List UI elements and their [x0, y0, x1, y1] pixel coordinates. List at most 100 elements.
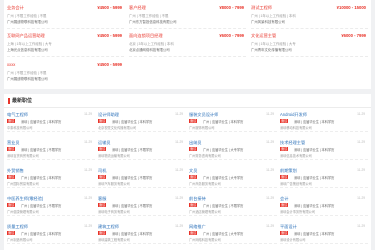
job-meta: 北京 | 3年以上工作经验 | 本科	[129, 42, 174, 46]
job-requirements: 深圳 | 应届毕业生 | 不限学历	[21, 148, 62, 152]
job-card[interactable]: 测试工程师 ¥10000 - 15000 广州 | 1年以上工作经验 | 本科 …	[251, 3, 368, 29]
company-name[interactable]: 广州商务服务有限公司	[189, 181, 221, 186]
latest-job-card[interactable]: 平面设计 11-29 面议 深圳 | 应届毕业生 | 本科学历 深圳设计有限公司	[280, 222, 368, 244]
latest-job-card[interactable]: 营业员 11-29 面议 深圳 | 应届毕业生 | 不限学历 深圳百货商贸有限公司	[7, 138, 95, 160]
job-requirements: 广州 | 应届毕业生 | 本科学历	[21, 176, 62, 180]
job-title[interactable]: 司机	[98, 168, 106, 174]
company-name[interactable]: 深圳建筑工程有限公司	[98, 237, 130, 242]
latest-job-card[interactable]: 中医养生师(零经验) 11-29 面议 广州 | 应届毕业生 | 不限学历 广州健康管理…	[7, 194, 95, 216]
company-name[interactable]: 广州展迪物联科技有限公司	[7, 76, 48, 81]
job-title[interactable]: 营业员	[7, 140, 20, 146]
company-name[interactable]: 深圳广告策划有限公司	[280, 181, 312, 186]
job-title[interactable]: 测试工程师	[251, 5, 272, 11]
job-card[interactable]: 客户经理 ¥8000 - 7999 广州 | 不限工作经验 | 不限 广州东方智…	[129, 3, 246, 29]
job-title[interactable]: 技术经理主管	[280, 140, 305, 146]
job-requirements: 深圳 | 应届毕业生 | 不限学历	[112, 148, 153, 152]
company-name[interactable]: 深圳百货商贸有限公司	[7, 153, 39, 158]
job-salary: ¥6000 - 7999	[341, 33, 366, 38]
job-title[interactable]: 建筑工程师	[98, 224, 119, 230]
job-title[interactable]: 面向连锁项目经理	[129, 33, 163, 39]
company-name[interactable]: 广州风景科技有限公司	[251, 19, 285, 24]
company-name[interactable]: 北京点通网络科技有限公司	[129, 47, 170, 52]
job-title[interactable]: 平面设计	[280, 224, 297, 230]
company-name[interactable]: 广州制造有限公司	[7, 237, 33, 242]
latest-job-card[interactable]: 司机 11-29 面议 深圳 | 应届毕业生 | 不限学历 深圳汽车服务有限公司	[98, 166, 186, 188]
company-name[interactable]: 深圳汽车服务有限公司	[98, 181, 130, 186]
latest-job-card[interactable]: 运输员 11-29 面议 深圳 | 应届毕业生 | 不限学历 深圳物流运输有限公司	[98, 138, 186, 160]
job-card[interactable]: 文化运营主管 ¥6000 - 7999 广州 | 1年以上工作经验 | 大专 广…	[251, 31, 368, 57]
job-title[interactable]: 客户经理	[129, 5, 146, 11]
company-name[interactable]: 深圳信息技术有限公司	[280, 153, 312, 158]
company-name[interactable]: 广州网络科技有限公司	[189, 237, 221, 242]
latest-job-card[interactable]: 建筑工程师 11-29 面议 深圳 | 应届毕业生 | 本科学历 深圳建筑工程有限公司	[98, 222, 186, 244]
company-name[interactable]: 广州展迪物联科技有限公司	[7, 19, 48, 24]
latest-job-card[interactable]: 客服 11-29 面议 深圳 | 应届毕业生 | 不限学历 深圳电子商务有限公司	[98, 194, 186, 216]
company-name[interactable]: 广州酒店管理有限公司	[189, 209, 221, 214]
post-date: 11-29	[266, 112, 274, 116]
latest-job-card[interactable]: 技术经理主管 11-29 面议 深圳 | 应届毕业生 | 本科学历 深圳信息技术有限公司	[280, 138, 368, 160]
job-title[interactable]: 前期策划	[280, 168, 297, 174]
company-name[interactable]: 广州财务咨询有限公司	[189, 153, 221, 158]
company-name[interactable]: 上海光点信息科技有限公司	[7, 47, 48, 52]
latest-job-card[interactable]: Android开发师 11-29 面议 深圳 | 应届毕业生 | 本科学历 深圳移动科技…	[280, 110, 368, 132]
company-name[interactable]: 中泰科技有限公司	[7, 125, 33, 130]
company-name[interactable]: 北京视觉文化传播有限公司	[98, 125, 136, 130]
latest-job-card[interactable]: 设计师助理 11-29 面议 深圳 | 应届毕业生 | 本科学历 北京视觉文化传播有限公…	[98, 110, 186, 132]
company-name[interactable]: 广州青年文化传播有限公司	[251, 47, 292, 52]
job-requirements: 深圳 | 应届毕业生 | 本科学历	[294, 232, 335, 236]
post-date: 11-29	[84, 196, 92, 200]
company-name[interactable]: 广州东方智投信息科技有限公司	[129, 19, 176, 24]
salary-badge: 面议	[98, 147, 107, 151]
salary-badge: 面议	[189, 175, 198, 179]
latest-job-card[interactable]: 服装文员设计师 11-29 面议 广州 | 应届毕业生 | 本科学历 广州服饰有限公司	[189, 110, 277, 132]
latest-job-card[interactable]: 网络推广 11-29 面议 广州 | 应届毕业生 | 大专学历 广州网络科技有限公司	[189, 222, 277, 244]
job-title[interactable]: 客服	[98, 196, 106, 202]
post-date: 11-29	[266, 224, 274, 228]
company-name[interactable]: 广州健康管理有限公司	[7, 209, 39, 214]
latest-job-card[interactable]: 文员 11-29 面议 广州 | 应届毕业生 | 大专学历 广州商务服务有限公司	[189, 166, 277, 188]
job-title[interactable]: Android开发师	[280, 112, 307, 118]
latest-job-card[interactable]: 前台接待 11-29 面议 广州 | 应届毕业生 | 不限学历 广州酒店管理有限公司	[189, 194, 277, 216]
company-name[interactable]: 深圳设计有限公司	[280, 237, 306, 242]
job-card[interactable]: 业务会计 ¥4500 - 5999 广州 | 不限工作经验 | 不限 广州展迪物…	[7, 3, 124, 29]
job-title[interactable]: 外贸销售	[7, 168, 24, 174]
salary-badge: 面议	[7, 119, 16, 123]
job-title[interactable]: 运输员	[98, 140, 111, 146]
job-title[interactable]: 网络推广	[189, 224, 206, 230]
latest-job-card[interactable]: 出纳员 11-29 面议 广州 | 应届毕业生 | 大专学历 广州财务咨询有限公司	[189, 138, 277, 160]
job-title[interactable]: 电气工程师	[7, 112, 28, 118]
job-title[interactable]: 文员	[189, 168, 197, 174]
company-name[interactable]: 深圳会计事务所有限公司	[280, 209, 315, 214]
section-accent-bar	[8, 98, 10, 104]
post-date: 11-29	[357, 224, 365, 228]
company-name[interactable]: 广州服饰有限公司	[189, 125, 215, 130]
job-title[interactable]: 质量工程师	[7, 224, 28, 230]
company-name[interactable]: 深圳移动科技有限公司	[280, 125, 312, 130]
post-date: 11-29	[175, 112, 183, 116]
salary-badge: 面议	[280, 231, 289, 235]
job-title[interactable]: 业务会计	[7, 5, 24, 11]
job-card[interactable]: 面向连锁项目经理 ¥6000 - 7999 北京 | 3年以上工作经验 | 本科…	[129, 31, 246, 57]
latest-job-card[interactable]: 会计 11-29 面议 深圳 | 应届毕业生 | 本科学历 深圳会计事务所有限公司	[280, 194, 368, 216]
job-title[interactable]: 前台接待	[189, 196, 206, 202]
job-title[interactable]: 中医养生师(零经验)	[7, 196, 43, 202]
latest-job-card[interactable]: 质量工程师 11-29 面议 广州 | 应届毕业生 | 本科学历 广州制造有限公司	[7, 222, 95, 244]
job-title[interactable]: 会计	[280, 196, 288, 202]
job-title[interactable]: 文化运营主管	[251, 33, 276, 39]
job-title[interactable]: xxxx	[7, 62, 15, 67]
company-name[interactable]: 广州国际贸易有限公司	[7, 181, 39, 186]
latest-job-card[interactable]: 外贸销售 11-29 面议 广州 | 应届毕业生 | 本科学历 广州国际贸易有限公司	[7, 166, 95, 188]
company-name[interactable]: 深圳物流运输有限公司	[98, 153, 130, 158]
company-name[interactable]: 深圳电子商务有限公司	[98, 209, 130, 214]
latest-job-card[interactable]: 电气工程师 11-29 面议 深圳 | 应届毕业生 | 本科学历 中泰科技有限公司	[7, 110, 95, 132]
job-title[interactable]: 互联网产品运营助理	[7, 33, 45, 39]
job-requirements: 广州 | 应届毕业生 | 不限学历	[203, 204, 244, 208]
job-requirements: 广州 | 应届毕业生 | 本科学历	[203, 120, 244, 124]
job-title[interactable]: 设计师助理	[98, 112, 119, 118]
job-card[interactable]: xxxx ¥4500 - 5999 广州 | 不限工作经验 | 不限 广州展迪物…	[7, 60, 124, 86]
job-title[interactable]: 出纳员	[189, 140, 202, 146]
latest-job-card[interactable]: 前期策划 11-29 面议 深圳 | 应届毕业生 | 本科学历 深圳广告策划有限公司	[280, 166, 368, 188]
job-requirements: 广州 | 应届毕业生 | 大专学历	[203, 176, 244, 180]
job-card[interactable]: 互联网产品运营助理 ¥4500 - 5999 上海 | 1年以上工作经验 | 大…	[7, 31, 124, 57]
job-title[interactable]: 服装文员设计师	[189, 112, 218, 118]
